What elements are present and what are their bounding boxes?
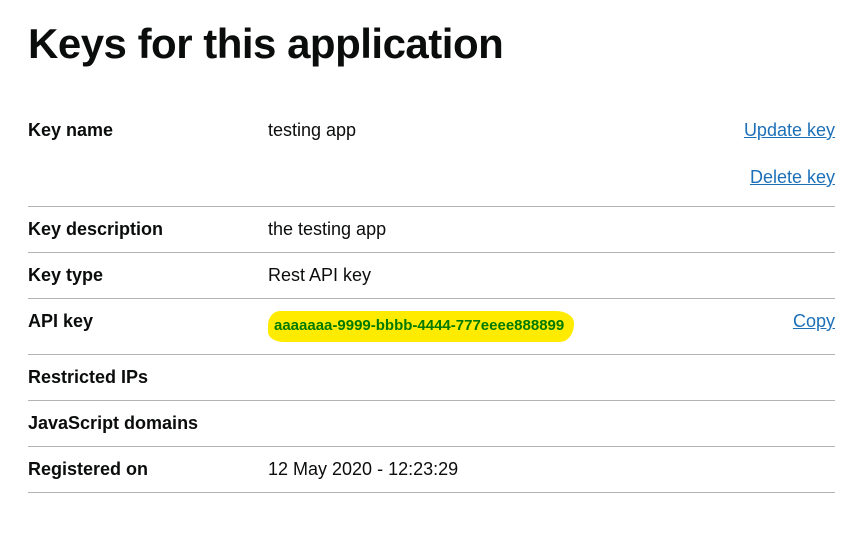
copy-link[interactable]: Copy xyxy=(793,311,835,332)
value-key-name: testing app xyxy=(268,120,744,141)
row-key-name: Key name testing app Update key Delete k… xyxy=(28,108,835,207)
api-key-actions: Copy xyxy=(793,311,835,332)
value-key-description: the testing app xyxy=(268,219,835,240)
page-title: Keys for this application xyxy=(28,20,835,68)
label-key-type: Key type xyxy=(28,265,268,286)
delete-key-link[interactable]: Delete key xyxy=(750,167,835,188)
row-key-description: Key description the testing app xyxy=(28,207,835,253)
label-key-name: Key name xyxy=(28,120,268,141)
value-api-key: aaaaaaa-9999-bbbb-4444-777eeee888899 xyxy=(268,311,574,342)
value-api-key-container: aaaaaaa-9999-bbbb-4444-777eeee888899 xyxy=(268,311,793,342)
label-javascript-domains: JavaScript domains xyxy=(28,413,268,434)
update-key-link[interactable]: Update key xyxy=(744,120,835,141)
row-key-type: Key type Rest API key xyxy=(28,253,835,299)
value-key-type: Rest API key xyxy=(268,265,835,286)
value-registered-on: 12 May 2020 - 12:23:29 xyxy=(268,459,835,480)
label-api-key: API key xyxy=(28,311,268,332)
row-api-key: API key aaaaaaa-9999-bbbb-4444-777eeee88… xyxy=(28,299,835,355)
row-registered-on: Registered on 12 May 2020 - 12:23:29 xyxy=(28,447,835,493)
row-restricted-ips: Restricted IPs xyxy=(28,355,835,401)
label-registered-on: Registered on xyxy=(28,459,268,480)
row-javascript-domains: JavaScript domains xyxy=(28,401,835,447)
label-key-description: Key description xyxy=(28,219,268,240)
key-name-actions: Update key Delete key xyxy=(744,120,835,188)
label-restricted-ips: Restricted IPs xyxy=(28,367,268,388)
